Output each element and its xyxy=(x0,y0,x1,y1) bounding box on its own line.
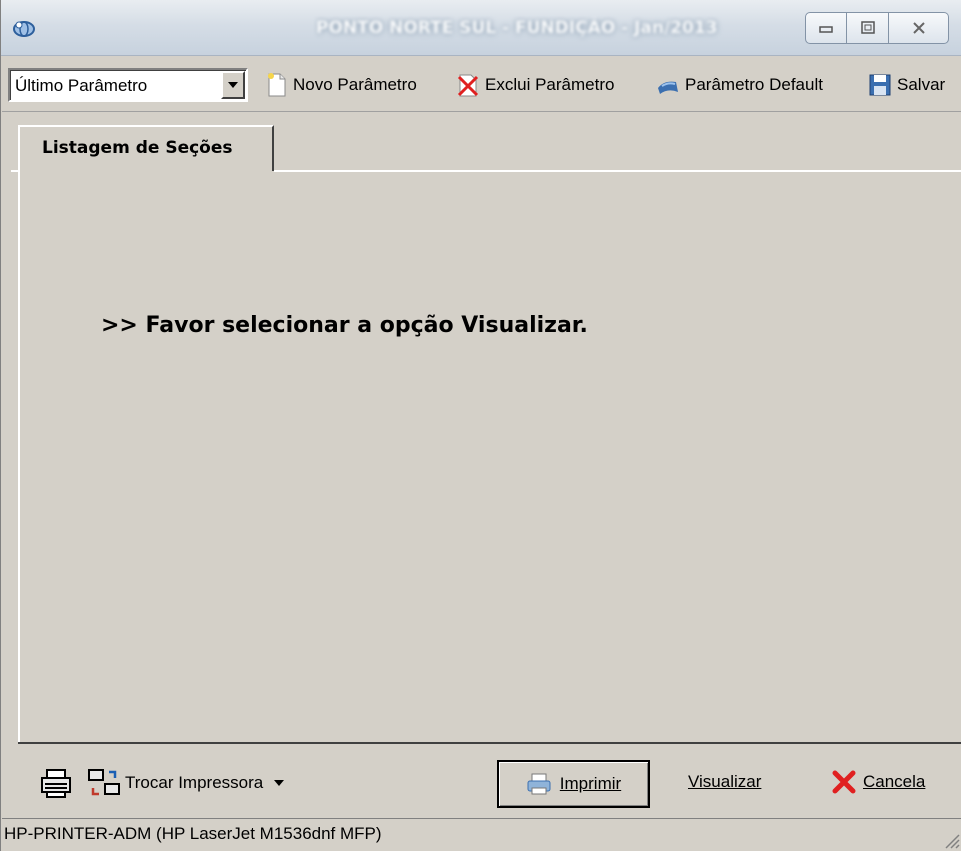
save-label: Salvar xyxy=(897,75,946,94)
delete-parameter-button[interactable]: Exclui Parâmetro xyxy=(456,69,614,101)
parameter-select[interactable]: Último Parâmetro xyxy=(8,68,248,102)
delete-document-icon xyxy=(457,74,479,97)
chevron-down-icon xyxy=(228,82,238,88)
change-printer-label: Trocar Impressora xyxy=(125,773,264,792)
title-bar[interactable]: PONTO NORTE SUL - FUNDIÇÃO - Jan/2013 xyxy=(1,0,961,56)
print-label: Imprimir xyxy=(559,774,622,793)
save-button[interactable]: Salvar xyxy=(868,69,945,101)
new-parameter-button[interactable]: Novo Parâmetro xyxy=(264,69,417,101)
new-document-icon xyxy=(268,73,286,97)
minimize-button[interactable] xyxy=(805,12,847,44)
minimize-icon xyxy=(819,26,833,33)
tab-label: Listagem de Seções xyxy=(42,138,233,158)
printer-setup-icon xyxy=(41,769,71,798)
close-button[interactable] xyxy=(889,12,949,44)
maximize-button[interactable] xyxy=(847,12,889,44)
new-parameter-label: Novo Parâmetro xyxy=(293,75,417,94)
resize-grip-icon[interactable] xyxy=(942,831,960,849)
printer-status: HP-PRINTER-ADM (HP LaserJet M1536dnf MFP… xyxy=(4,824,382,843)
tab-panel xyxy=(11,124,961,744)
maximize-icon xyxy=(860,21,875,34)
instruction-message: >> Favor selecionar a opção Visualizar. xyxy=(101,313,588,338)
default-parameter-label: Parâmetro Default xyxy=(685,75,823,94)
panel-border xyxy=(18,171,20,743)
change-printer-icon xyxy=(88,769,120,796)
tab-listagem-de-secoes[interactable]: Listagem de Seções xyxy=(18,125,274,171)
floppy-disk-icon xyxy=(869,74,891,96)
toolbar: Último Parâmetro Novo Parâmetro Exclui P… xyxy=(2,57,961,112)
window-title: PONTO NORTE SUL - FUNDIÇÃO - Jan/2013 xyxy=(316,18,718,38)
change-printer-button[interactable]: Trocar Impressora xyxy=(87,766,285,800)
panel-border xyxy=(18,742,961,744)
default-icon xyxy=(658,81,678,94)
parameter-select-dropdown-button[interactable] xyxy=(221,71,245,99)
preview-button[interactable]: Visualizar xyxy=(688,772,761,792)
print-button[interactable]: Imprimir xyxy=(497,760,650,808)
close-icon xyxy=(832,770,856,794)
parameter-select-value: Último Parâmetro xyxy=(15,76,148,95)
close-icon xyxy=(912,22,925,34)
cancel-label: Cancela xyxy=(863,772,926,791)
window-controls xyxy=(805,12,949,44)
delete-parameter-label: Exclui Parâmetro xyxy=(485,75,615,94)
default-parameter-button[interactable]: Parâmetro Default xyxy=(656,69,823,101)
status-bar: HP-PRINTER-ADM (HP LaserJet M1536dnf MFP… xyxy=(2,818,961,851)
preview-label: Visualizar xyxy=(688,772,762,791)
printer-icon xyxy=(527,773,551,795)
printer-setup-button[interactable] xyxy=(39,766,73,800)
app-logo-icon xyxy=(13,21,35,37)
cancel-button[interactable]: Cancela xyxy=(831,769,925,795)
app-window: PONTO NORTE SUL - FUNDIÇÃO - Jan/2013 Úl… xyxy=(0,0,961,851)
chevron-down-icon xyxy=(274,780,285,786)
tab-divider xyxy=(274,170,961,172)
